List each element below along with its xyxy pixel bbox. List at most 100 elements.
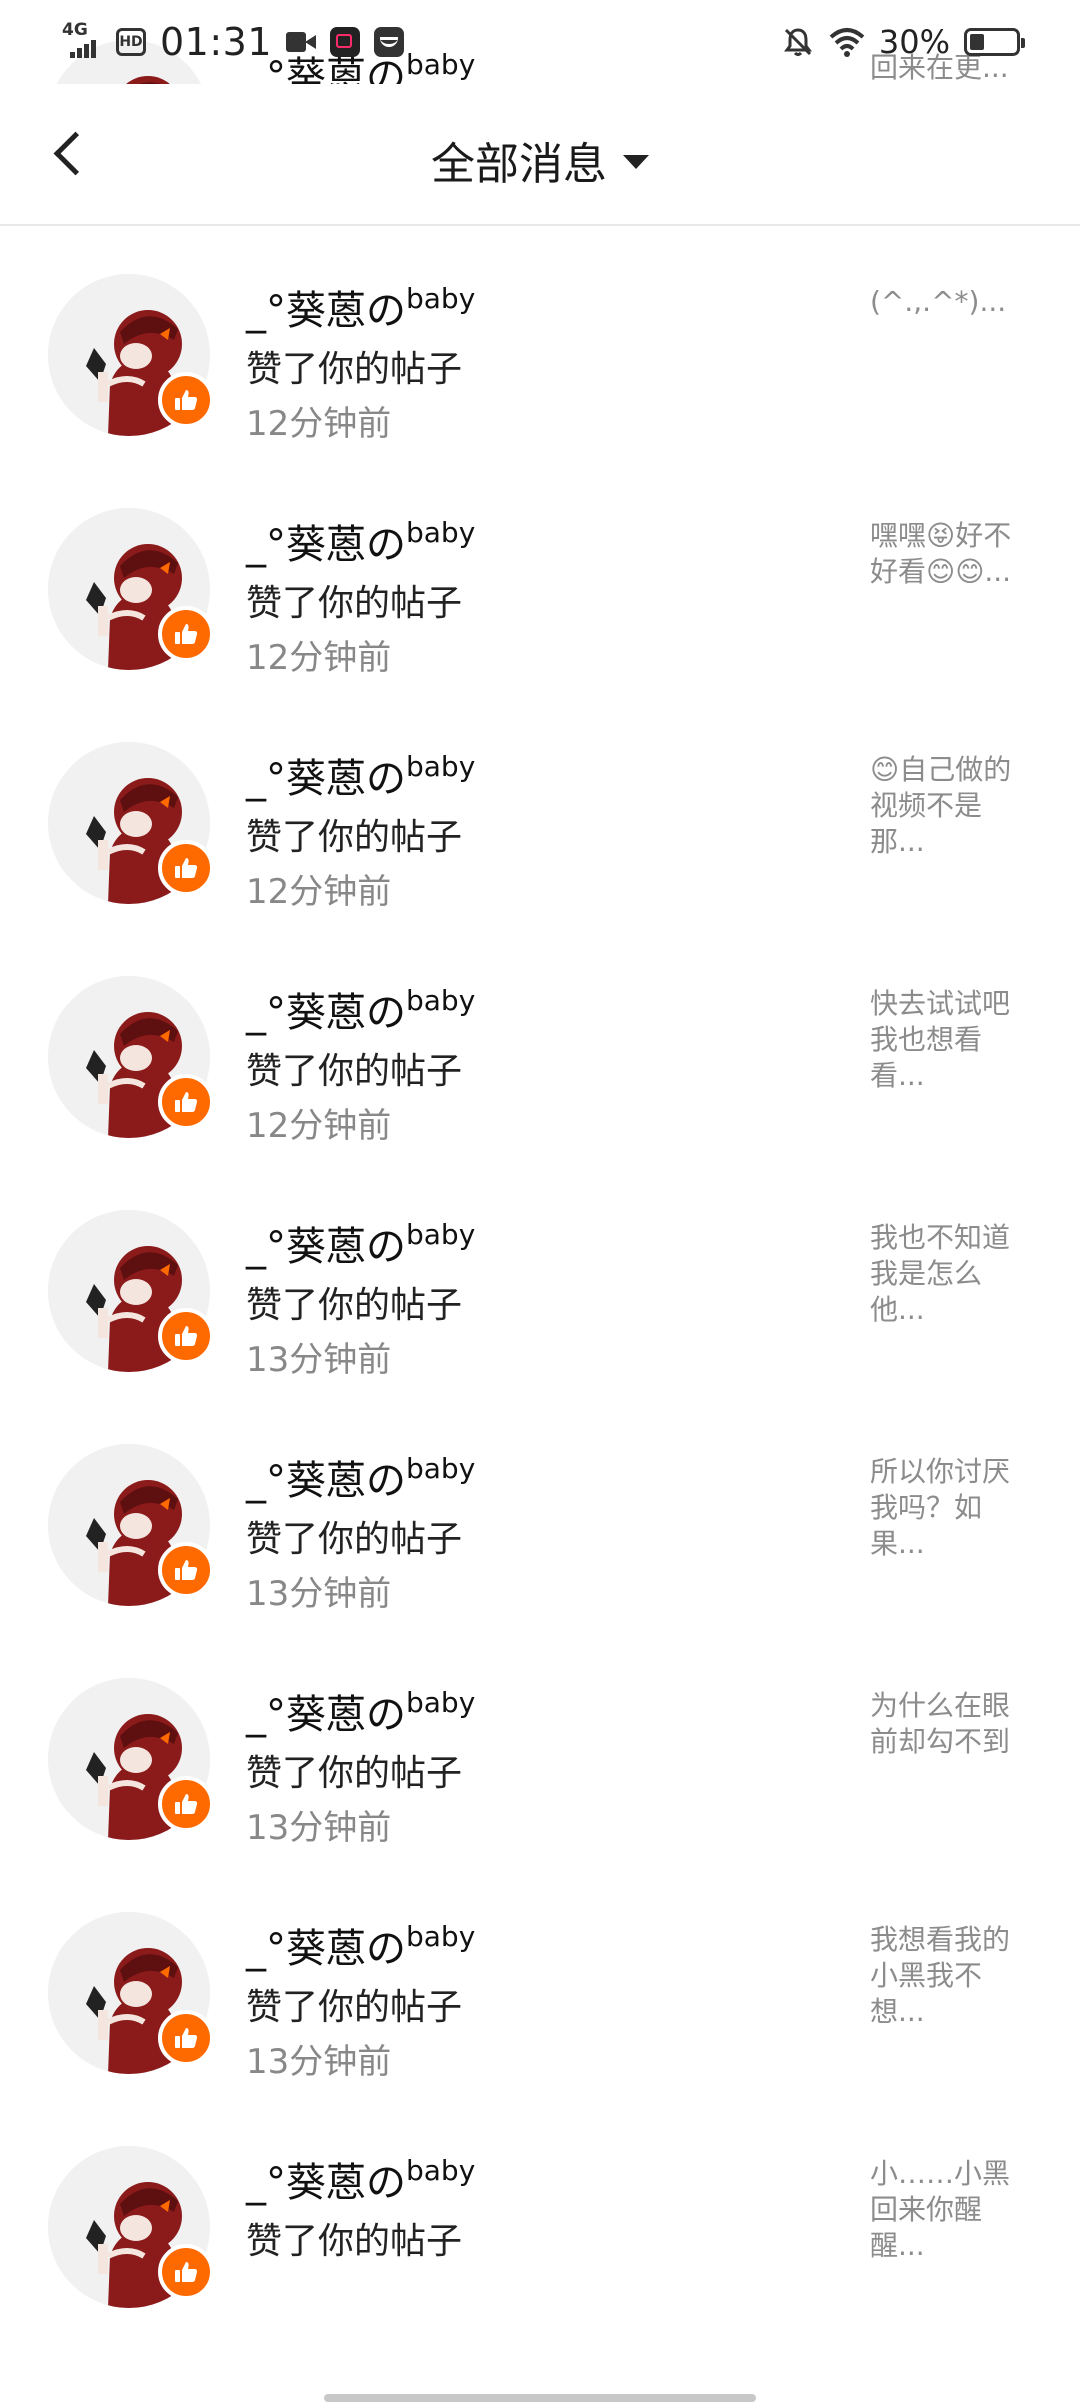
action-text: 赞了你的帖子	[246, 817, 463, 858]
post-preview[interactable]: 快去试试吧我也想看看...	[870, 986, 1030, 1094]
action-text: 赞了你的帖子	[246, 1519, 463, 1560]
timestamp: 12分钟前	[246, 404, 392, 444]
screen-record-icon	[330, 27, 361, 57]
username-suffix: baby	[406, 1451, 476, 1485]
like-badge	[158, 1308, 214, 1364]
action-text: 赞了你的帖子	[246, 349, 463, 390]
message-item[interactable]: _°葵蒽のbaby 赞了你的帖子 13分钟前 我想看我的小黑我不想...	[0, 1866, 1080, 2100]
timestamp: 13分钟前	[246, 1808, 392, 1848]
username-suffix: baby	[406, 281, 476, 315]
wifi-icon	[829, 28, 865, 57]
thumbs-up-icon	[175, 1794, 198, 1814]
title-wrap: 全部消息	[0, 128, 1080, 190]
username[interactable]: _°葵蒽のbaby	[246, 980, 475, 1038]
username-text: _°葵蒽の	[246, 2160, 406, 2206]
message-item[interactable]: _°葵蒽のbaby 赞了你的帖子 12分钟前 嘿嘿😝好不好看😊😊...	[0, 462, 1080, 696]
action-text: 赞了你的帖子	[246, 1285, 463, 1326]
avatar[interactable]	[48, 508, 214, 670]
username-text: _°葵蒽の	[246, 1458, 406, 1504]
timestamp: 12分钟前	[246, 1106, 392, 1146]
like-badge	[158, 1542, 214, 1598]
username-text: _°葵蒽の	[246, 990, 406, 1036]
status-left: 4G HD 01:31	[62, 18, 405, 66]
username[interactable]: _°葵蒽のbaby	[246, 1214, 475, 1272]
post-preview[interactable]: 所以你讨厌我吗？如果...	[870, 1454, 1030, 1562]
like-badge	[158, 840, 214, 896]
action-text: 赞了你的帖子	[246, 1987, 463, 2028]
username-text: _°葵蒽の	[246, 522, 406, 568]
status-time: 01:31	[160, 20, 273, 64]
app-notification-icon	[374, 27, 405, 57]
thumbs-up-icon	[175, 624, 198, 644]
avatar[interactable]	[48, 1912, 214, 2074]
thumbs-up-icon	[175, 858, 198, 878]
username[interactable]: _°葵蒽のbaby	[246, 2150, 475, 2208]
message-item[interactable]: _°葵蒽のbaby 赞了你的帖子 13分钟前 我也不知道我是怎么他...	[0, 1164, 1080, 1398]
timestamp: 13分钟前	[246, 2042, 392, 2082]
post-preview[interactable]: 为什么在眼前却勾不到	[870, 1688, 1030, 1760]
timestamp: 12分钟前	[246, 638, 392, 678]
username-text: _°葵蒽の	[246, 756, 406, 802]
thumbs-up-icon	[175, 1326, 198, 1346]
message-item[interactable]: _°葵蒽のbaby 赞了你的帖子 13分钟前 所以你讨厌我吗？如果...	[0, 1398, 1080, 1632]
username-suffix: baby	[406, 983, 476, 1017]
thumbs-up-icon	[175, 2262, 198, 2282]
mute-bell-icon	[783, 28, 812, 56]
message-item[interactable]: _°葵蒽のbaby 赞了你的帖子 12分钟前 😊自己做的视频不是那...	[0, 696, 1080, 930]
avatar[interactable]	[48, 1444, 214, 1606]
page-title: 全部消息	[431, 139, 607, 190]
post-preview[interactable]: 小……小黑回来你醒醒...	[870, 2156, 1030, 2264]
status-bar: 4G HD 01:31 30%	[0, 0, 1080, 84]
message-item[interactable]: _°葵蒽のbaby 赞了你的帖子 12分钟前 快去试试吧我也想看看...	[0, 930, 1080, 1164]
like-badge	[158, 1074, 214, 1130]
username-suffix: baby	[406, 1685, 476, 1719]
action-text: 赞了你的帖子	[246, 2221, 463, 2262]
video-icon	[286, 32, 317, 52]
username[interactable]: _°葵蒽のbaby	[246, 1916, 475, 1974]
signal-icon: 4G	[62, 20, 102, 62]
timestamp: 13分钟前	[246, 1574, 392, 1614]
caret-down-icon	[623, 155, 649, 169]
battery-percent: 30%	[878, 23, 950, 61]
post-preview[interactable]: 我也不知道我是怎么他...	[870, 1220, 1030, 1328]
avatar[interactable]	[48, 274, 214, 436]
avatar[interactable]	[48, 1210, 214, 1372]
username[interactable]: _°葵蒽のbaby	[246, 512, 475, 570]
action-text: 赞了你的帖子	[246, 1051, 463, 1092]
thumbs-up-icon	[175, 1560, 198, 1580]
username[interactable]: _°葵蒽のbaby	[246, 1448, 475, 1506]
hd-icon: HD	[116, 28, 146, 56]
battery-icon	[964, 28, 1025, 56]
avatar[interactable]	[48, 976, 214, 1138]
post-preview[interactable]: 😊自己做的视频不是那...	[870, 752, 1030, 860]
post-preview[interactable]: 嘿嘿😝好不好看😊😊...	[870, 518, 1030, 590]
username[interactable]: _°葵蒽のbaby	[246, 278, 475, 336]
username-text: _°葵蒽の	[246, 288, 406, 334]
screen: _°葵蒽のbaby赞了你的帖子12分钟前回来在更..._°葵蒽のbaby赞了你的…	[0, 0, 1080, 2408]
thumbs-up-icon	[175, 1092, 198, 1112]
username-text: _°葵蒽の	[246, 1692, 406, 1738]
post-preview[interactable]: 我想看我的小黑我不想...	[870, 1922, 1030, 2030]
message-item[interactable]: _°葵蒽のbaby 赞了你的帖子 12分钟前 (^.,.^*)...	[0, 228, 1080, 462]
home-indicator[interactable]	[324, 2394, 756, 2402]
thumbs-up-icon	[175, 2028, 198, 2048]
avatar[interactable]	[48, 1678, 214, 1840]
username-text: _°葵蒽の	[246, 1926, 406, 1972]
thumbs-up-icon	[175, 390, 198, 410]
like-badge	[158, 1776, 214, 1832]
username-suffix: baby	[406, 1217, 476, 1251]
message-item[interactable]: _°葵蒽のbaby 赞了你的帖子 13分钟前 为什么在眼前却勾不到	[0, 1632, 1080, 1866]
username-suffix: baby	[406, 2153, 476, 2187]
username[interactable]: _°葵蒽のbaby	[246, 1682, 475, 1740]
post-preview[interactable]: (^.,.^*)...	[870, 284, 1030, 320]
like-badge	[158, 372, 214, 428]
avatar[interactable]	[48, 2146, 214, 2308]
username[interactable]: _°葵蒽のbaby	[246, 746, 475, 804]
username-suffix: baby	[406, 515, 476, 549]
like-badge	[158, 2244, 214, 2300]
message-item[interactable]: _°葵蒽のbaby 赞了你的帖子 小……小黑回来你醒醒...	[0, 2100, 1080, 2334]
timestamp: 13分钟前	[246, 1340, 392, 1380]
like-badge	[158, 606, 214, 662]
message-filter-dropdown[interactable]: 全部消息	[431, 128, 649, 192]
avatar[interactable]	[48, 742, 214, 904]
